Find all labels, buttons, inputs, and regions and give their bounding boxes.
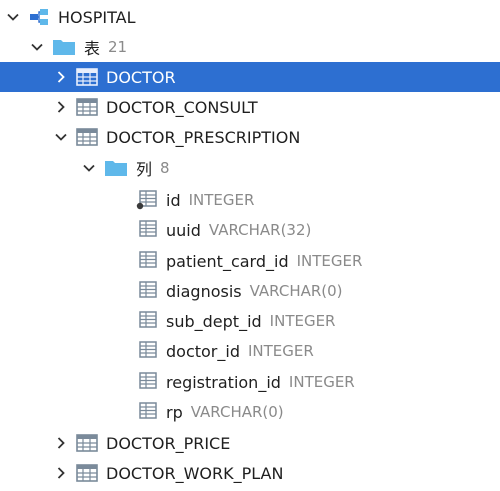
folder-icon [52, 38, 76, 56]
column-name: id [166, 190, 181, 210]
tree-node-table-doctor-consult[interactable]: DOCTOR_CONSULT [0, 92, 500, 122]
chevron-right-icon[interactable] [54, 70, 68, 84]
column-name: rp [166, 402, 183, 422]
table-label: DOCTOR [106, 67, 176, 87]
column-type: INTEGER [288, 373, 355, 391]
tree-node-column[interactable]: diagnosis VARCHAR(0) [0, 276, 500, 306]
table-icon [76, 98, 98, 116]
column-icon [136, 311, 158, 331]
table-label: DOCTOR_PRESCRIPTION [106, 127, 301, 147]
tree-node-column[interactable]: rp VARCHAR(0) [0, 397, 500, 427]
table-label: DOCTOR_WORK_PLAN [106, 463, 284, 483]
column-type: VARCHAR(0) [190, 403, 284, 421]
column-icon [136, 251, 158, 271]
column-icon [136, 372, 158, 392]
column-name: uuid [166, 220, 201, 240]
columns-folder-label: 列 [136, 160, 153, 179]
tree-node-table-doctor-work-plan[interactable]: DOCTOR_WORK_PLAN [0, 458, 500, 488]
column-type: INTEGER [269, 312, 336, 330]
tree-node-table-doctor-prescription[interactable]: DOCTOR_PRESCRIPTION [0, 122, 500, 152]
tree-node-column[interactable]: uuid VARCHAR(32) [0, 215, 500, 245]
tree-node-column[interactable]: sub_dept_id INTEGER [0, 306, 500, 336]
tree-node-table-doctor[interactable]: DOCTOR [0, 62, 500, 92]
database-tree: HOSPITAL 表 21 DOCTOR DOCTOR_CONSULT DOCT… [0, 0, 500, 491]
column-name: patient_card_id [166, 251, 289, 271]
tree-node-column[interactable]: registration_id INTEGER [0, 367, 500, 397]
tree-node-schema[interactable]: HOSPITAL [0, 2, 500, 32]
chevron-right-icon[interactable] [54, 436, 68, 450]
schema-icon [28, 8, 50, 26]
chevron-down-icon[interactable] [6, 10, 20, 24]
tree-node-column[interactable]: id INTEGER [0, 185, 500, 215]
table-icon [76, 464, 98, 482]
column-icon [136, 341, 158, 361]
column-icon [136, 402, 158, 422]
tree-node-column[interactable]: doctor_id INTEGER [0, 336, 500, 366]
schema-label: HOSPITAL [58, 7, 136, 27]
column-name: doctor_id [166, 341, 240, 361]
tables-folder-label: 表 [84, 39, 101, 58]
tree-node-table-doctor-price[interactable]: DOCTOR_PRICE [0, 428, 500, 458]
chevron-down-icon[interactable] [30, 40, 44, 54]
columns-count: 8 [160, 159, 170, 177]
tree-node-tables-folder[interactable]: 表 21 [0, 32, 500, 62]
chevron-right-icon[interactable] [54, 466, 68, 480]
column-type: INTEGER [296, 252, 363, 270]
table-label: DOCTOR_CONSULT [106, 97, 258, 117]
column-type: INTEGER [247, 342, 314, 360]
column-name: sub_dept_id [166, 311, 262, 331]
column-icon [136, 220, 158, 240]
primary-key-column-icon [136, 190, 158, 210]
folder-icon [104, 159, 128, 177]
chevron-down-icon[interactable] [54, 130, 68, 144]
table-icon [76, 68, 98, 86]
column-name: diagnosis [166, 281, 242, 301]
chevron-right-icon[interactable] [54, 100, 68, 114]
table-label: DOCTOR_PRICE [106, 433, 231, 453]
tables-count: 21 [108, 38, 128, 56]
chevron-down-icon[interactable] [82, 161, 96, 175]
column-name: registration_id [166, 372, 281, 392]
table-icon [76, 128, 98, 146]
tree-node-columns-folder[interactable]: 列 8 [0, 153, 500, 183]
table-icon [76, 434, 98, 452]
column-type: INTEGER [188, 191, 255, 209]
column-type: VARCHAR(32) [208, 221, 312, 239]
column-type: VARCHAR(0) [249, 282, 343, 300]
tree-node-column[interactable]: patient_card_id INTEGER [0, 246, 500, 276]
column-icon [136, 281, 158, 301]
